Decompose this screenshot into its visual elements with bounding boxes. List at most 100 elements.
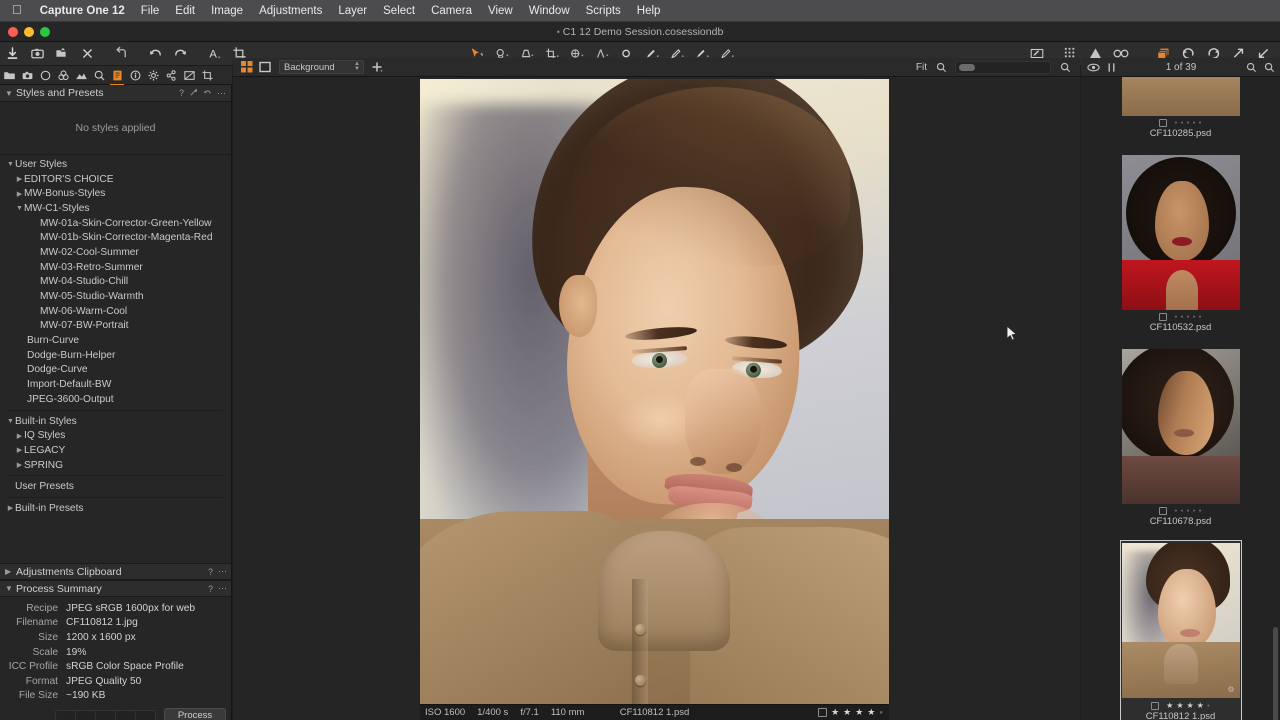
undo-icon[interactable]: [143, 43, 168, 65]
menu-capture-one[interactable]: Capture One 12: [32, 5, 133, 17]
add-plus-icon[interactable]: [368, 59, 386, 76]
thumb-star-1[interactable]: ●: [1174, 314, 1177, 320]
thumbnail-checkbox[interactable]: [1159, 119, 1167, 127]
layers-tab[interactable]: [162, 66, 180, 84]
thumb-star-5[interactable]: ●: [1207, 703, 1210, 709]
styles-panel-header[interactable]: ▼ Styles and Presets ? ⋯: [0, 85, 231, 102]
chevron-right-icon[interactable]: ▶: [6, 504, 15, 512]
metadata-tab[interactable]: [126, 66, 144, 84]
chevron-right-icon[interactable]: ▶: [15, 432, 24, 440]
more-options-icon[interactable]: ⋯: [218, 583, 227, 594]
tree-item-user-presets[interactable]: User Presets: [0, 479, 231, 494]
thumb-star-1[interactable]: ●: [1174, 508, 1177, 514]
process-summary-header[interactable]: ▼ Process Summary ? ⋯: [0, 580, 232, 597]
chevron-down-icon[interactable]: ▼: [15, 205, 24, 212]
capture-icon[interactable]: [25, 43, 50, 65]
tree-item-style[interactable]: MW-03-Retro-Summer: [0, 260, 231, 275]
tree-item-style[interactable]: MW-04-Studio-Chill: [0, 275, 231, 290]
exposure-tab[interactable]: [72, 66, 90, 84]
thumbnail-meta[interactable]: ★ ★ ★ ★ ●: [1151, 701, 1210, 710]
chevron-right-icon[interactable]: ▶: [15, 461, 24, 469]
styles-tab[interactable]: [108, 66, 126, 84]
browser-scrollbar[interactable]: [1273, 627, 1278, 720]
tree-item-user-styles[interactable]: ▼User Styles: [0, 157, 231, 172]
more-options-icon[interactable]: ⋯: [218, 566, 227, 577]
thumb-star-4[interactable]: ●: [1193, 314, 1196, 320]
tree-item-jpeg-3600-output[interactable]: JPEG-3600-Output: [0, 392, 231, 407]
thumbnail-cell-selected[interactable]: ⚙ ★ ★ ★ ★ ● CF110812 1.psd: [1081, 530, 1280, 720]
fit-label[interactable]: Fit: [916, 62, 927, 73]
background-select[interactable]: Background ▲▼: [279, 60, 364, 74]
thumbnail-checkbox[interactable]: [1151, 702, 1159, 710]
thumb-star-4[interactable]: ●: [1193, 120, 1196, 126]
thumbnail-frame[interactable]: ● ● ● ● ● CF110678.psd: [1120, 346, 1242, 530]
details-tab[interactable]: [90, 66, 108, 84]
thumb-star-5[interactable]: ●: [1199, 120, 1202, 126]
menu-layer[interactable]: Layer: [330, 5, 375, 17]
help-icon[interactable]: ?: [179, 88, 184, 98]
thumbnail-frame[interactable]: ● ● ● ● ● CF110532.psd: [1120, 152, 1242, 336]
main-photo[interactable]: [420, 79, 889, 706]
thumb-star-3[interactable]: ★: [1186, 701, 1193, 710]
search-icon[interactable]: [1242, 59, 1260, 76]
thumbnail-checkbox[interactable]: [1159, 313, 1167, 321]
thumb-star-3[interactable]: ●: [1186, 120, 1189, 126]
chevron-right-icon[interactable]: ▶: [5, 567, 16, 576]
apple-logo-icon[interactable]: : [8, 3, 32, 18]
chevron-down-icon[interactable]: ▼: [6, 161, 15, 168]
menu-image[interactable]: Image: [203, 5, 251, 17]
more-options-icon[interactable]: ⋯: [217, 88, 226, 99]
menu-adjustments[interactable]: Adjustments: [251, 5, 330, 17]
library-tab[interactable]: [0, 66, 18, 84]
tree-item-built-in-presets[interactable]: ▶Built-in Presets: [0, 501, 231, 516]
chevron-down-icon[interactable]: ▼: [5, 584, 16, 593]
thumbnail-meta[interactable]: ● ● ● ● ●: [1159, 507, 1201, 515]
import-icon[interactable]: [0, 43, 25, 65]
chevron-right-icon[interactable]: ▶: [15, 175, 24, 183]
visibility-icon[interactable]: [1084, 59, 1102, 76]
tree-item-iq-styles[interactable]: ▶IQ Styles: [0, 428, 231, 443]
redo-icon[interactable]: [168, 43, 193, 65]
thumbnail-image[interactable]: [1122, 77, 1240, 116]
tree-item-style[interactable]: MW-05-Studio-Warmth: [0, 289, 231, 304]
maximize-window-button[interactable]: [40, 27, 50, 37]
adjustments-tab[interactable]: [144, 66, 162, 84]
thumb-star-4[interactable]: ★: [1197, 701, 1204, 710]
stepper-icon[interactable]: ▲▼: [354, 62, 360, 72]
tree-item-style[interactable]: MW-02-Cool-Summer: [0, 245, 231, 260]
menu-window[interactable]: Window: [521, 5, 578, 17]
thumb-star-2[interactable]: ●: [1180, 120, 1183, 126]
tree-item-spring[interactable]: ▶SPRING: [0, 458, 231, 473]
export-tab[interactable]: [180, 66, 198, 84]
thumbnail-meta[interactable]: ● ● ● ● ●: [1159, 119, 1201, 127]
color-tab[interactable]: [54, 66, 72, 84]
menu-camera[interactable]: Camera: [423, 5, 480, 17]
image-browser[interactable]: ● ● ● ● ● CF110285.psd ●: [1081, 77, 1280, 720]
undo-icon[interactable]: [203, 88, 212, 99]
thumb-star-2[interactable]: ●: [1180, 508, 1183, 514]
menu-select[interactable]: Select: [375, 5, 423, 17]
thumbnail-frame-selected[interactable]: ⚙ ★ ★ ★ ★ ● CF110812 1.psd: [1120, 540, 1242, 720]
menu-view[interactable]: View: [480, 5, 521, 17]
crop-tab[interactable]: [198, 66, 216, 84]
reset-icon[interactable]: [189, 88, 198, 99]
tree-item-legacy[interactable]: ▶LEGACY: [0, 443, 231, 458]
thumbnail-meta[interactable]: ● ● ● ● ●: [1159, 313, 1201, 321]
tree-item-burn-curve[interactable]: Burn-Curve: [0, 333, 231, 348]
menu-scripts[interactable]: Scripts: [578, 5, 629, 17]
lens-tab[interactable]: [36, 66, 54, 84]
zoom-magnifier-icon[interactable]: [932, 59, 950, 76]
chevron-right-icon[interactable]: ▶: [15, 446, 24, 454]
undo-arrow-icon[interactable]: [109, 43, 134, 65]
chevron-right-icon[interactable]: ▶: [15, 190, 24, 198]
thumb-star-3[interactable]: ●: [1186, 314, 1189, 320]
help-icon[interactable]: ?: [208, 584, 213, 594]
help-icon[interactable]: ?: [208, 567, 213, 577]
thumb-star-1[interactable]: ●: [1174, 120, 1177, 126]
tree-item-editors-choice[interactable]: ▶EDITOR'S CHOICE: [0, 172, 231, 187]
zoom-slider-knob[interactable]: [959, 64, 975, 71]
thumbnail-zoom-icon[interactable]: [1260, 59, 1278, 76]
thumb-star-5[interactable]: ●: [1199, 314, 1202, 320]
minimize-window-button[interactable]: [24, 27, 34, 37]
thumbnail-image[interactable]: [1122, 349, 1240, 504]
